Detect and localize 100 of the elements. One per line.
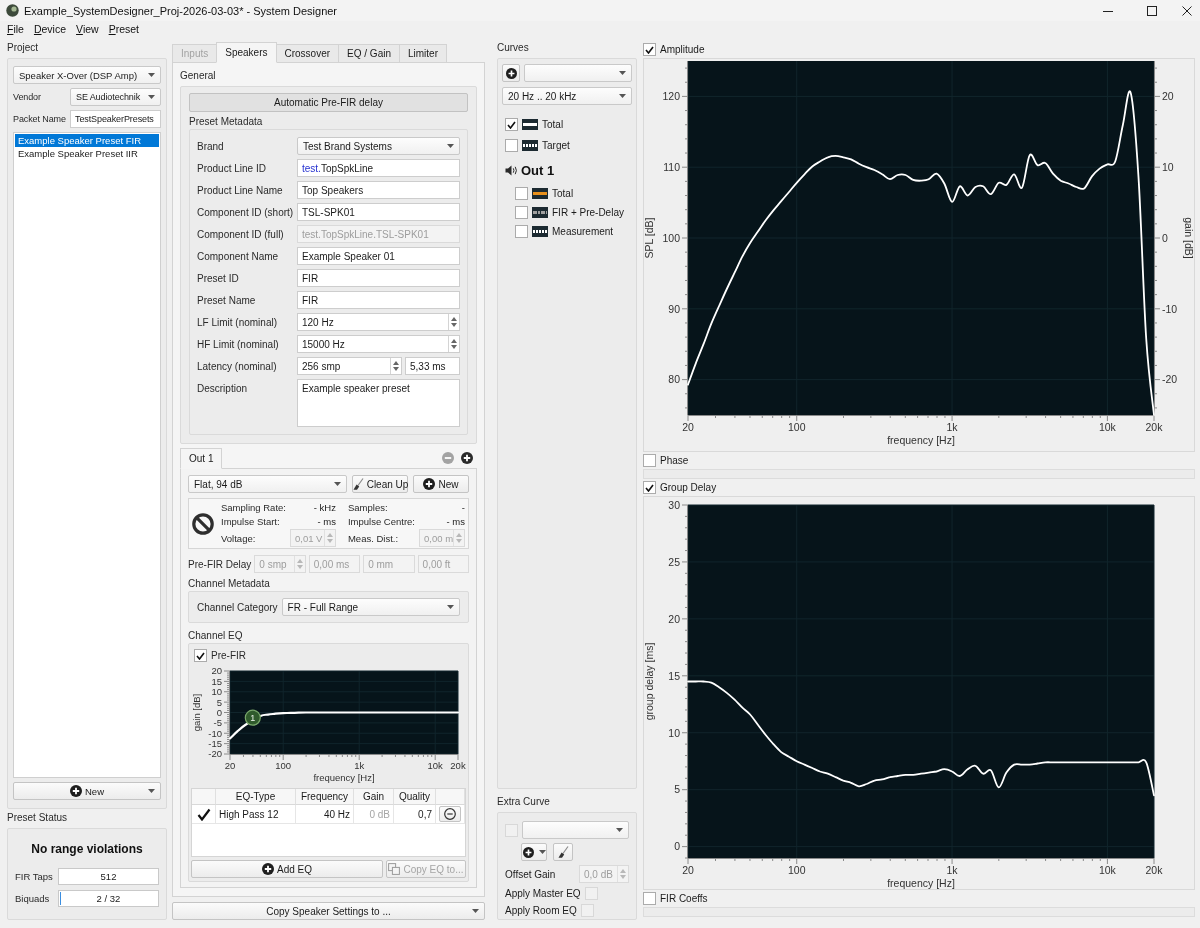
spin-box[interactable]: 120 Hz <box>297 313 460 331</box>
input-field[interactable]: TestSpeakerPresets <box>70 110 161 128</box>
input-field[interactable]: FIR <box>297 269 460 287</box>
checkbox[interactable] <box>643 43 656 56</box>
maximize-icon[interactable] <box>1147 5 1157 16</box>
menu-item[interactable]: Preset <box>104 23 143 35</box>
menu-item[interactable]: View <box>72 23 103 35</box>
add-menu-button[interactable] <box>521 843 547 861</box>
checkbox[interactable] <box>643 481 656 494</box>
curve-label: Total <box>542 119 564 130</box>
checkbox[interactable] <box>505 118 518 131</box>
remove-eq-button[interactable] <box>439 806 461 822</box>
eq-band-handle[interactable]: 1 <box>244 709 261 726</box>
menu-item[interactable]: Device <box>29 23 71 35</box>
curve-label: Target <box>542 140 570 151</box>
checkbox[interactable] <box>643 454 656 467</box>
input-field[interactable]: TSL-SPK01 <box>297 203 460 221</box>
input-field[interactable]: Example Speaker 01 <box>297 247 460 265</box>
text-area[interactable]: Example speaker preset <box>297 379 460 427</box>
close-icon[interactable] <box>1182 5 1192 16</box>
plus-circle-icon <box>522 846 534 858</box>
tick-label: 1k <box>946 863 958 876</box>
checkbox-label: Apply Master EQ <box>505 888 581 899</box>
tab[interactable]: EQ / Gain <box>338 44 400 63</box>
broom-icon <box>557 846 569 858</box>
spin-arrows-icon[interactable] <box>451 339 457 349</box>
field-label: Preset Name <box>197 294 256 306</box>
tick-label: 100 <box>275 759 292 771</box>
checkbox[interactable] <box>643 892 656 905</box>
checkbox[interactable] <box>515 187 528 200</box>
clean-button[interactable] <box>553 843 573 861</box>
tick-label: 20k <box>1145 420 1163 433</box>
spin-arrows-icon[interactable] <box>451 317 457 327</box>
broom-icon <box>351 478 364 490</box>
clean-up-button[interactable]: Clean Up <box>352 475 408 493</box>
tick-label: 0 <box>1162 231 1168 244</box>
axis-title: gain [dB] <box>191 693 202 732</box>
info-label: Impulse Centre: <box>347 516 415 528</box>
curve-label: FIR + Pre-Delay <box>552 207 624 218</box>
dropdown[interactable]: Flat, 94 dB <box>188 475 347 493</box>
checkbox[interactable] <box>505 139 518 152</box>
input-field[interactable]: Top Speakers <box>297 181 460 199</box>
dropdown[interactable]: Speaker X-Over (DSP Amp) <box>13 66 161 84</box>
tick-label: 100 <box>787 420 806 433</box>
input-field[interactable]: test.TopSpkLine <box>297 159 460 177</box>
spin-box[interactable]: 15000 Hz <box>297 335 460 353</box>
checkbox[interactable] <box>194 649 207 662</box>
table-cell: 0,7 <box>418 808 432 820</box>
tick-label: -5 <box>213 717 222 729</box>
copy-icon <box>388 863 401 875</box>
input-field[interactable]: 5,33 ms <box>405 357 460 375</box>
checkbox-label: Pre-FIR <box>211 650 246 661</box>
field-label: Offset Gain <box>505 868 556 880</box>
info-label: Voltage: <box>221 532 256 544</box>
section-title: Preset Status <box>7 811 68 824</box>
tick-label: 20 <box>682 420 694 433</box>
checkbox[interactable] <box>515 225 528 238</box>
auto-delay-button[interactable]: Automatic Pre-FIR delay <box>189 93 468 112</box>
add-eq-button[interactable]: Add EQ <box>191 860 383 878</box>
tab[interactable]: Out 1 <box>180 448 223 469</box>
checkbox-label: FIR Coeffs <box>660 893 708 904</box>
section-title: Project <box>7 41 39 54</box>
dropdown[interactable]: 20 Hz .. 20 kHz <box>502 87 632 105</box>
spin-arrows-icon[interactable] <box>393 361 399 371</box>
tick-label: 20 <box>224 759 236 771</box>
add-button[interactable] <box>502 64 520 82</box>
checkbox[interactable] <box>515 206 528 219</box>
plus-circle-icon[interactable] <box>461 452 473 464</box>
checkbox-label: Amplitude <box>660 44 705 55</box>
menu-item[interactable]: File <box>3 23 28 35</box>
axis-title: group delay [ms] <box>644 642 656 721</box>
tab[interactable]: Limiter <box>399 44 447 63</box>
dropdown[interactable]: FR - Full Range <box>281 598 460 616</box>
tick-label: 20 <box>211 665 222 677</box>
column-header: Gain <box>362 791 385 802</box>
caret-icon <box>447 605 454 609</box>
info-value: - ms <box>446 516 465 528</box>
tick-label: -20 <box>208 748 222 760</box>
section-title: Channel Metadata <box>188 577 270 590</box>
spin-box[interactable]: 256 smp <box>297 357 402 375</box>
dropdown[interactable]: SE Audiotechnik <box>70 88 161 106</box>
app-icon <box>6 4 19 17</box>
field-label: HF Limit (nominal) <box>197 338 279 350</box>
tab[interactable]: Crossover <box>275 44 340 63</box>
annotation: 1 <box>250 712 256 723</box>
list-item[interactable]: Example Speaker Preset IIR <box>15 147 159 160</box>
info-label: Samples: <box>347 501 388 513</box>
table-cell: 0 dB <box>369 808 390 820</box>
new-button[interactable]: New <box>13 782 161 800</box>
copy-settings-button[interactable]: Copy Speaker Settings to ... <box>172 902 485 920</box>
tick-label: 90 <box>668 302 680 315</box>
input-field[interactable]: FIR <box>297 291 460 309</box>
dropdown[interactable]: Test Brand Systems <box>297 137 460 155</box>
list-item[interactable]: Example Speaker Preset FIR <box>15 134 159 147</box>
tab[interactable]: Speakers <box>216 42 277 63</box>
checkmark-icon[interactable] <box>196 807 211 821</box>
new-button[interactable]: New <box>413 475 469 493</box>
field-label: Component ID (short) <box>197 206 294 218</box>
tick-label: 80 <box>668 373 680 386</box>
tick-label: 20 <box>668 612 680 625</box>
